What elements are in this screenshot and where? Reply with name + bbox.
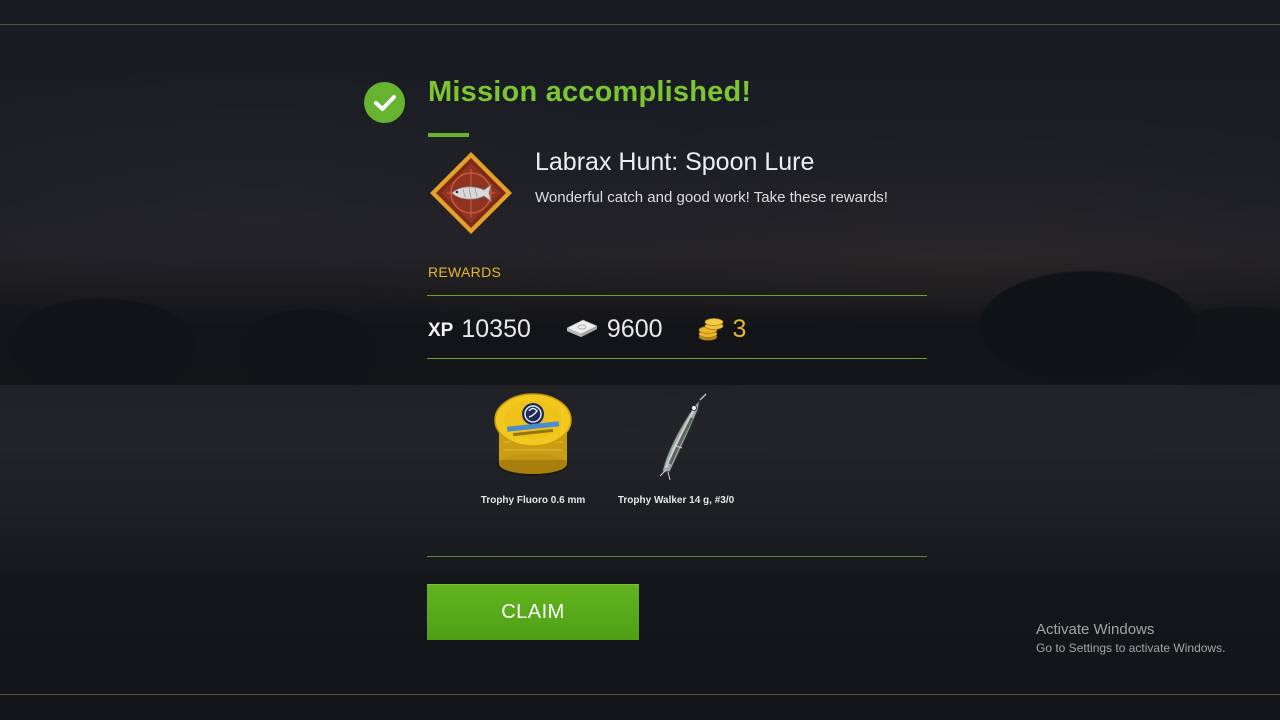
mission-status-title: Mission accomplished! <box>428 76 752 108</box>
gold-value: 3 <box>732 314 747 343</box>
reward-item[interactable]: Trophy Fluoro 0.6 mm <box>458 384 608 506</box>
rewards-stats-row: XP 10350 9600 3 <box>428 313 780 345</box>
watermark-subtitle: Go to Settings to activate Windows. <box>1036 641 1226 655</box>
mission-complete-panel: Mission accomplished! Labrax Hunt: Spoon… <box>0 0 1280 720</box>
gold-coins-icon <box>698 318 723 341</box>
fishing-lure-icon <box>659 393 707 481</box>
mission-description: Wonderful catch and good work! Take thes… <box>535 189 888 206</box>
gold-reward: 3 <box>697 314 747 344</box>
money-value: 9600 <box>606 314 663 343</box>
reward-item[interactable]: Trophy Walker 14 g, #3/0 <box>601 384 751 506</box>
fishing-line-spool-icon <box>494 393 572 476</box>
title-underline <box>428 133 469 137</box>
watermark-title: Activate Windows <box>1036 621 1155 638</box>
claim-button[interactable]: CLAIM <box>427 584 639 640</box>
mission-badge-icon <box>428 150 514 236</box>
divider <box>427 556 927 557</box>
mission-name: Labrax Hunt: Spoon Lure <box>535 148 815 176</box>
banknotes-icon <box>566 319 598 337</box>
rewards-heading: REWARDS <box>428 264 502 280</box>
xp-value: 10350 <box>461 314 531 343</box>
money-reward: 9600 <box>565 315 663 344</box>
checkmark-icon <box>364 82 405 123</box>
divider <box>427 358 927 359</box>
xp-label: XP <box>428 320 454 341</box>
windows-activation-watermark: Activate Windows Go to Settings to activ… <box>1036 621 1225 655</box>
reward-item-name: Trophy Walker 14 g, #3/0 <box>617 495 735 506</box>
reward-item-name: Trophy Fluoro 0.6 mm <box>480 495 586 506</box>
xp-reward: XP 10350 <box>428 315 531 344</box>
divider <box>427 295 927 296</box>
